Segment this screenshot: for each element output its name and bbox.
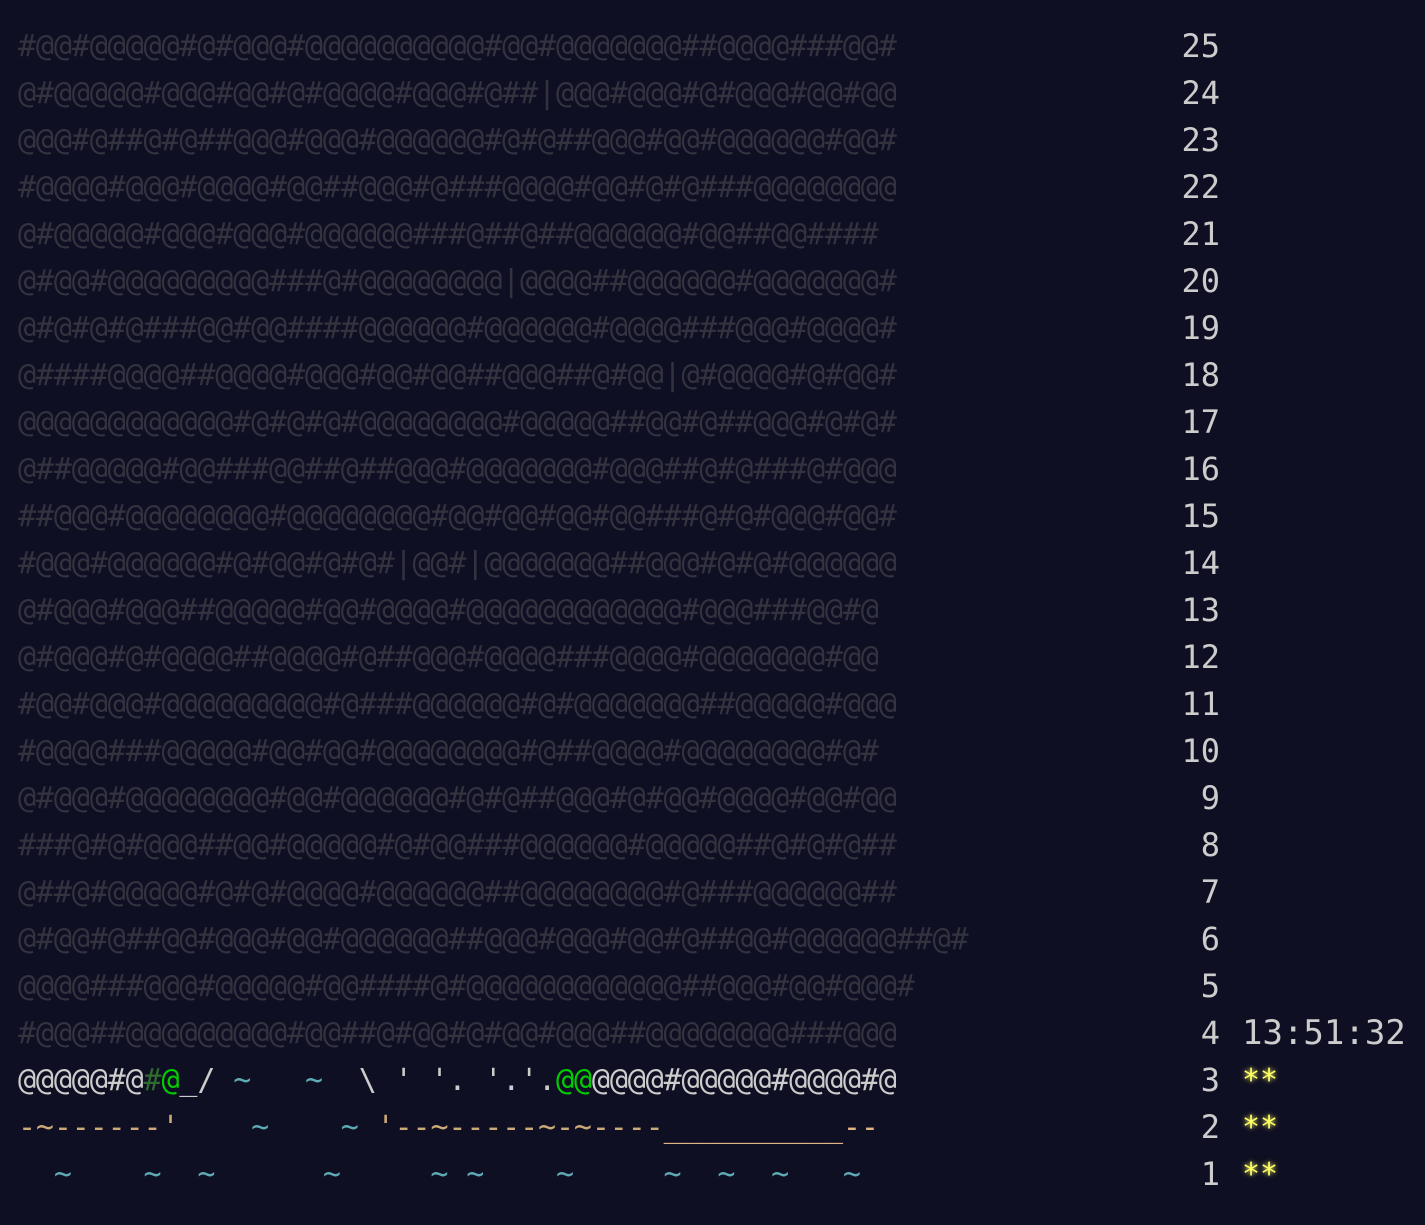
art-segment: @#@@#@##@@#@@@#@@#@@@@@@##@@@#@@@#@@#@##… — [18, 922, 969, 957]
countdown-timer: 13:51:32 — [1242, 1013, 1406, 1053]
art-segment: #@@@##@@@@@@@@@#@@##@#@@#@#@@#@@@##@@@@@… — [18, 1016, 897, 1051]
day-number[interactable]: 11 — [1160, 681, 1220, 728]
art-segment: ~ — [340, 1110, 359, 1145]
art-segment — [323, 1063, 359, 1098]
art-segment: @@@@###@@@#@@@@@#@@####@#@@@@@@@@@@@@##@… — [18, 969, 915, 1004]
calendar-art-row[interactable]: #@@@##@@@@@@@@@#@@##@#@@#@#@@#@@@##@@@@@… — [18, 1010, 1115, 1057]
art-segment: # — [143, 1063, 162, 1098]
art-segment — [269, 1110, 341, 1145]
calendar-art-row[interactable]: -~------' ~ ~ '--~-----~-~----__________… — [18, 1104, 1115, 1151]
day-number[interactable]: 5 — [1160, 963, 1220, 1010]
calendar-art-row[interactable]: @##@#@@@@@#@#@#@@@@#@@@@@@##@@@@@@@@#@##… — [18, 869, 1115, 916]
art-segment: ##@@@#@@@@@@@@#@@@@@@@@#@@#@@#@@#@@###@#… — [18, 499, 897, 534]
day-number[interactable]: 8 — [1160, 822, 1220, 869]
calendar-art-row[interactable]: @@@@###@@@#@@@@@#@@####@#@@@@@@@@@@@@##@… — [18, 963, 1115, 1010]
day-number[interactable]: 6 — [1160, 916, 1220, 963]
day-stars: ** — [1242, 1063, 1279, 1098]
art-segment: #@@#@@@#@@@@@@@@@#@###@@@@@@#@#@@@@@@@##… — [18, 687, 897, 722]
day-number[interactable]: 21 — [1160, 211, 1220, 258]
calendar-art-row[interactable]: @#@@@@@#@@@#@@@#@@@@@@###@##@##@@@@@@#@@… — [18, 211, 1115, 258]
art-segment: -~------' — [18, 1110, 180, 1145]
calendar-art-row[interactable]: #@@@#@@@@@@#@#@@#@#@#|@@#|@@@@@@@##@@@#@… — [18, 540, 1115, 587]
day-number[interactable]: 7 — [1160, 869, 1220, 916]
day-number[interactable]: 2 — [1160, 1104, 1220, 1151]
art-segment: @@@@@#@ — [18, 1063, 144, 1098]
calendar-art-row[interactable]: ~ ~ ~ ~ ~ ~ ~ ~ ~ ~ ~ — [18, 1151, 1115, 1198]
art-segment: @##@#@@@@@#@#@#@@@@#@@@@@@##@@@@@@@@#@##… — [18, 875, 897, 910]
day-number[interactable]: 22 — [1160, 164, 1220, 211]
art-segment: @@ — [556, 1063, 592, 1098]
art-segment — [179, 1110, 251, 1145]
art-segment: @#@@@#@@@##@@@@@#@@#@@@@#@@@@@@@@@@@@#@@… — [18, 593, 879, 628]
art-segment: ~ — [304, 1063, 323, 1098]
calendar-art-row[interactable]: @####@@@@##@@@@#@@@#@@#@@##@@@##@#@@|@#@… — [18, 352, 1115, 399]
art-segment: ~ — [251, 1110, 270, 1145]
calendar-art-row[interactable]: @@@@@@@@@@@@#@#@#@#@@@@@@@@#@@@@@##@@#@#… — [18, 399, 1115, 446]
art-segment: @#@@@#@#@@@@##@@@@#@##@@@#@@@@###@@@@#@@… — [18, 640, 879, 675]
calendar-art-row[interactable]: @@@#@##@#@##@@@#@@@#@@@@@@#@#@##@@@#@@#@… — [18, 117, 1115, 164]
day-number[interactable]: 15 — [1160, 493, 1220, 540]
day-number[interactable]: 25 — [1160, 23, 1220, 70]
day-number[interactable]: 20 — [1160, 258, 1220, 305]
art-segment: ~ ~ ~ ~ ~ ~ ~ ~ ~ ~ ~ — [18, 1157, 861, 1192]
art-segment: @#@#@#@###@@#@@####@@@@@@#@@@@@@#@@@@###… — [18, 311, 897, 346]
calendar-art-row[interactable]: #@@#@@@@@#@#@@@#@@@@@@@@@@#@@#@@@@@@@##@… — [18, 23, 1115, 70]
art-segment: #@@@#@@@@@@#@#@@#@#@#|@@#|@@@@@@@##@@@#@… — [18, 546, 897, 581]
day-number[interactable]: 16 — [1160, 446, 1220, 493]
calendar-art-row[interactable]: @#@@#@@@@@@@@@###@#@@@@@@@@|@@@@##@@@@@@… — [18, 258, 1115, 305]
art-segment: ###@#@#@@@##@@#@@@@@#@#@@###@@@@@@#@@@@@… — [18, 828, 897, 863]
day-stars: ** — [1242, 1157, 1279, 1192]
day-number[interactable]: 19 — [1160, 305, 1220, 352]
day-stars: ** — [1242, 1110, 1279, 1145]
art-segment: @@@@#@@@@@#@@@@#@ — [591, 1063, 897, 1098]
art-segment: #@@#@@@@@#@#@@@#@@@@@@@@@@#@@#@@@@@@@##@… — [18, 29, 897, 64]
day-number[interactable]: 10 — [1160, 728, 1220, 775]
day-number[interactable]: 13 — [1160, 587, 1220, 634]
art-segment: @@@@@@@@@@@@#@#@#@#@@@@@@@@#@@@@@##@@#@#… — [18, 405, 897, 440]
art-segment: \ ' '. '.'. — [358, 1063, 557, 1098]
calendar-art-row[interactable]: @#@@@#@#@@@@##@@@@#@##@@@#@@@@###@@@@#@@… — [18, 634, 1115, 681]
calendar-art-row[interactable]: @#@@@#@@@##@@@@@#@@#@@@@#@@@@@@@@@@@@#@@… — [18, 587, 1115, 634]
art-segment: __________-- — [663, 1110, 879, 1145]
art-segment: @##@@@@@#@@###@@##@##@@@#@@@@@@@#@@@##@#… — [18, 452, 897, 487]
art-segment: @####@@@@##@@@@#@@@#@@#@@##@@@##@#@@|@#@… — [18, 358, 897, 393]
calendar-art-row[interactable]: @#@@@@@#@@@#@@#@#@@@@#@@@#@##|@@@#@@@#@#… — [18, 70, 1115, 117]
art-segment: #@@@@###@@@@@#@@#@@#@@@@@@@@#@##@@@@#@@@… — [18, 734, 879, 769]
calendar-art-row[interactable]: @#@#@#@###@@#@@####@@@@@@#@@@@@@#@@@@###… — [18, 305, 1115, 352]
art-segment: @#@@@#@@@@@@@@#@@#@@@@@@#@#@##@@@#@#@@#@… — [18, 781, 897, 816]
calendar-art-row[interactable]: @##@@@@@#@@###@@##@##@@@#@@@@@@@#@@@##@#… — [18, 446, 1115, 493]
calendar-art-row[interactable]: @@@@@#@#@_/ ~ ~ \ ' '. '.'.@@@@@@#@@@@@#… — [18, 1057, 1115, 1104]
day-number[interactable]: 23 — [1160, 117, 1220, 164]
art-segment: @@@#@##@#@##@@@#@@@#@@@@@@#@#@##@@@#@@#@… — [18, 123, 897, 158]
calendar-art-row[interactable]: #@@@@###@@@@@#@@#@@#@@@@@@@@#@##@@@@#@@@… — [18, 728, 1115, 775]
calendar-art-row[interactable]: ###@#@#@@@##@@#@@@@@#@#@@###@@@@@@#@@@@@… — [18, 822, 1115, 869]
art-segment: _/ — [179, 1063, 216, 1098]
day-number[interactable]: 3 — [1160, 1057, 1220, 1104]
art-segment: '--~-----~-~---- — [358, 1110, 664, 1145]
calendar-art-row[interactable]: #@@#@@@#@@@@@@@@@#@###@@@@@@#@#@@@@@@@##… — [18, 681, 1115, 728]
calendar-art-row[interactable]: @#@@@#@@@@@@@@#@@#@@@@@@#@#@##@@@#@#@@#@… — [18, 775, 1115, 822]
art-segment: #@@@@#@@@#@@@@#@@##@@@#@###@@@@#@@#@#@##… — [18, 170, 897, 205]
day-number[interactable]: 18 — [1160, 352, 1220, 399]
day-number[interactable]: 17 — [1160, 399, 1220, 446]
calendar-art-row[interactable]: #@@@@#@@@#@@@@#@@##@@@#@###@@@@#@@#@#@##… — [18, 164, 1115, 211]
art-segment: @#@@@@@#@@@#@@#@#@@@@#@@@#@##|@@@#@@@#@#… — [18, 76, 897, 111]
art-segment — [251, 1063, 305, 1098]
calendar-art-row[interactable]: @#@@#@##@@#@@@#@@#@@@@@@##@@@#@@@#@@#@##… — [18, 916, 1115, 963]
day-number[interactable]: 1 — [1160, 1151, 1220, 1198]
day-number[interactable]: 14 — [1160, 540, 1220, 587]
calendar-art-row[interactable]: ##@@@#@@@@@@@@#@@@@@@@@#@@#@@#@@#@@###@#… — [18, 493, 1115, 540]
art-segment: @ — [161, 1063, 180, 1098]
day-number[interactable]: 9 — [1160, 775, 1220, 822]
art-segment: ~ — [215, 1063, 252, 1098]
art-segment: @#@@@@@#@@@#@@@#@@@@@@###@##@##@@@@@@#@@… — [18, 217, 879, 252]
art-segment: @#@@#@@@@@@@@@###@#@@@@@@@@|@@@@##@@@@@@… — [18, 264, 897, 299]
day-number[interactable]: 24 — [1160, 70, 1220, 117]
day-number[interactable]: 12 — [1160, 634, 1220, 681]
day-number[interactable]: 4 — [1160, 1010, 1220, 1057]
